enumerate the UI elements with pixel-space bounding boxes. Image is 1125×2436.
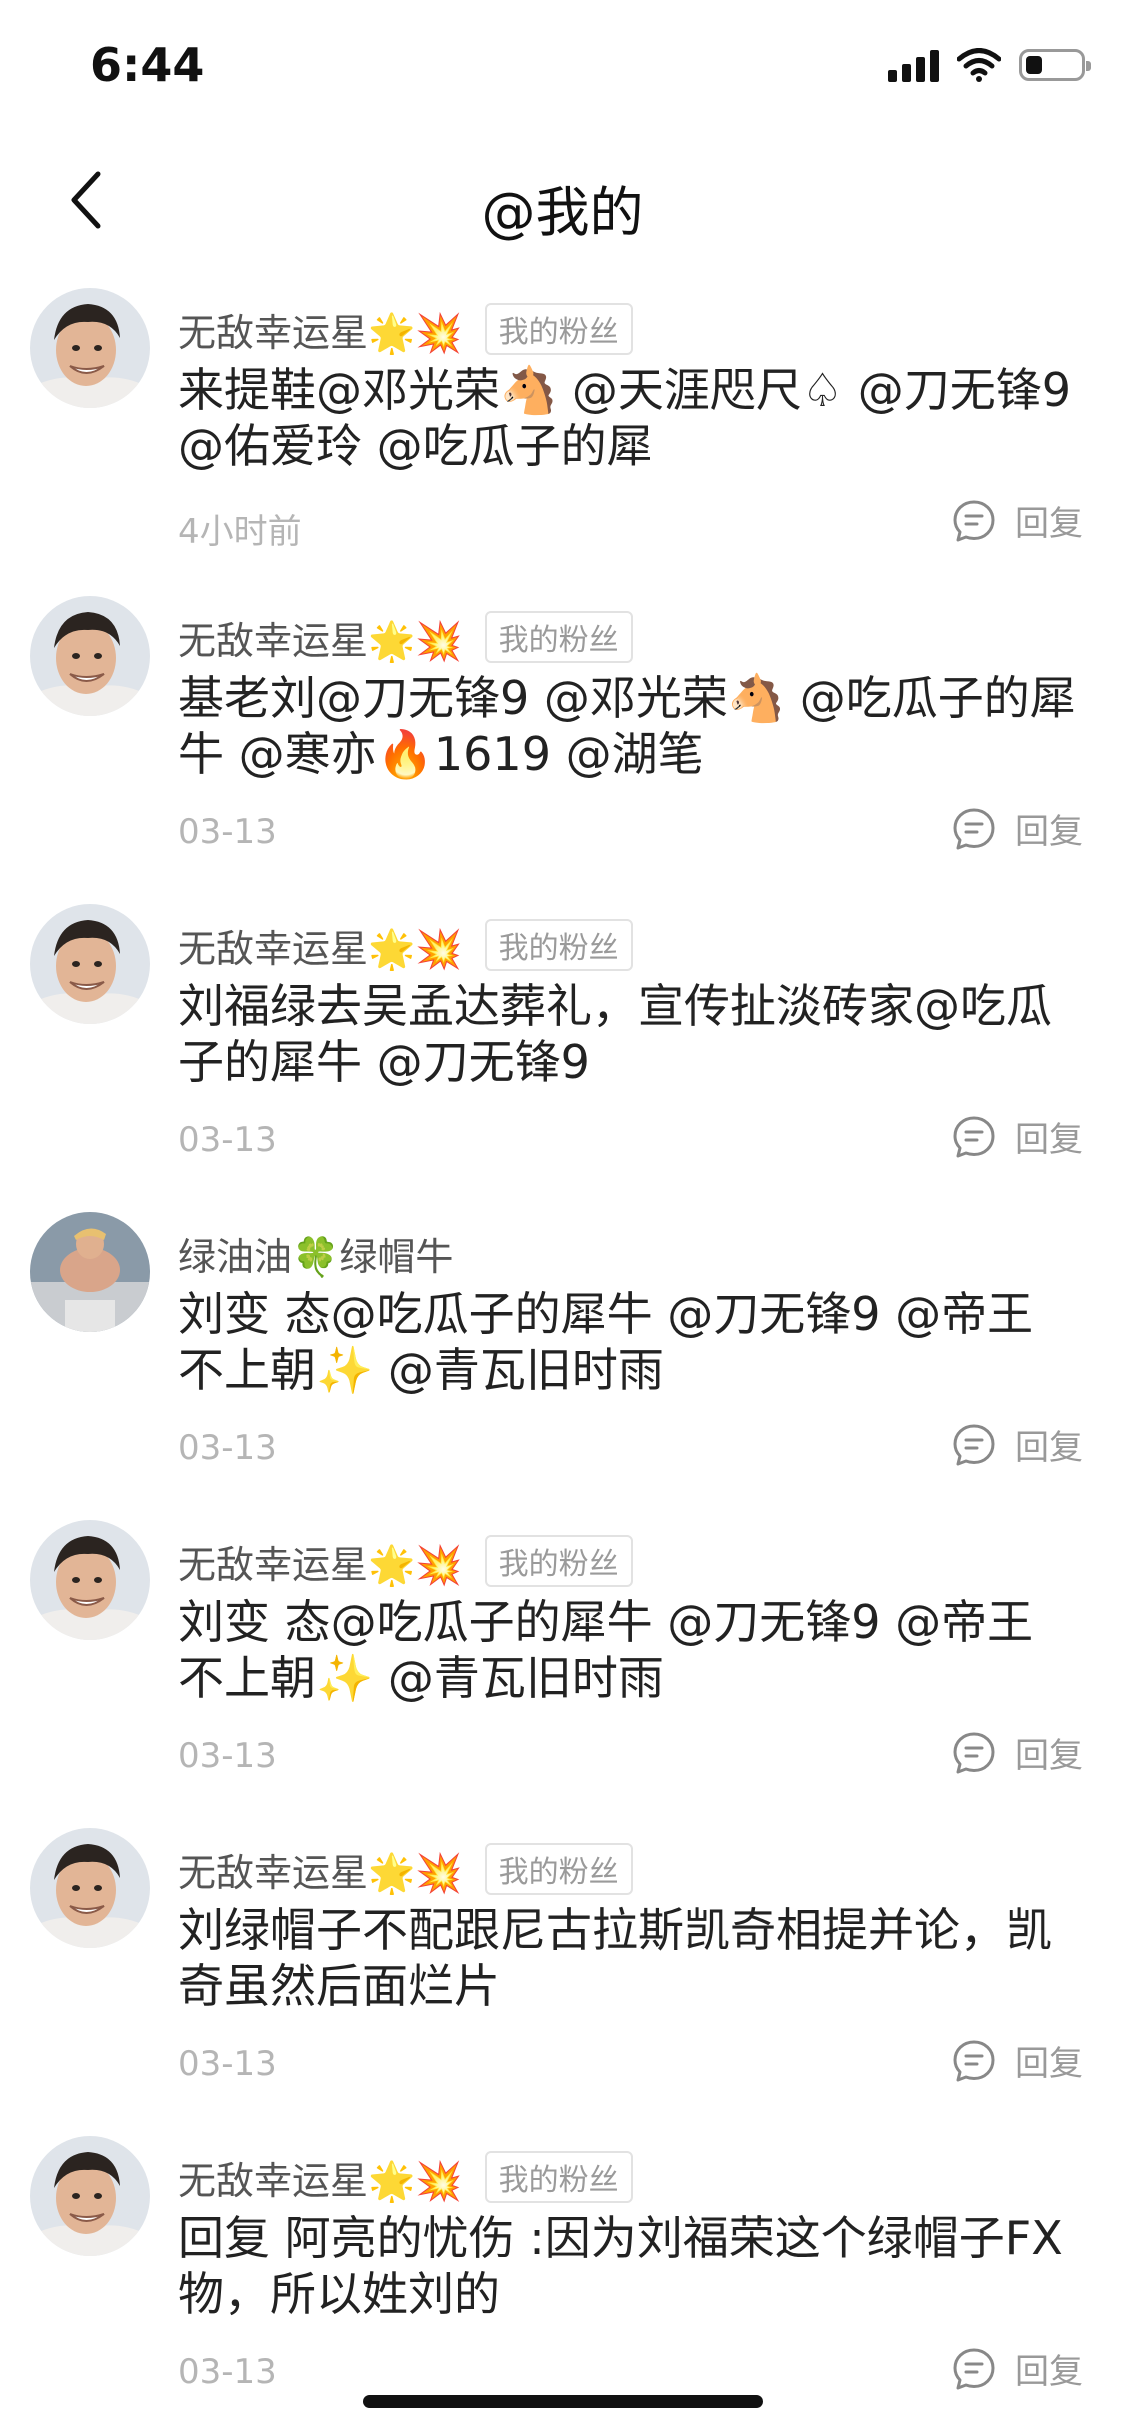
comment-icon: [953, 808, 995, 849]
username[interactable]: 无敌幸运星🌟💥: [178, 610, 463, 665]
avatar[interactable]: [30, 2136, 150, 2256]
username[interactable]: 无敌幸运星🌟💥: [178, 2150, 463, 2205]
comment-text: 刘绿帽子不配跟尼古拉斯凯奇相提并论，凯奇虽然后面烂片: [178, 1903, 1052, 2013]
username[interactable]: 无敌幸运星🌟💥: [178, 302, 463, 357]
reply-button[interactable]: 回复: [951, 1420, 1083, 1469]
avatar[interactable]: [30, 1828, 150, 1948]
comment-icon: [953, 500, 995, 541]
comment-item[interactable]: 无敌幸运星🌟💥 我的粉丝基老刘@刀无锋9 @邓光荣🐴 @吃瓜子的犀牛 @寒亦🔥16…: [0, 588, 1125, 896]
reply-label: 回复: [1015, 2352, 1083, 2392]
nav-bar: @我的: [0, 140, 1125, 260]
comment-text: 基老刘@刀无锋9 @邓光荣🐴 @吃瓜子的犀牛 @寒亦🔥1619 @湖笔: [178, 671, 1076, 781]
comment-meta: 无敌幸运星🌟💥 我的粉丝: [178, 2150, 633, 2204]
reply-label: 回复: [1015, 2044, 1083, 2084]
comment-icon: [953, 2348, 995, 2389]
comment-item[interactable]: 绿油油🍀绿帽牛刘变 态@吃瓜子的犀牛 @刀无锋9 @帝王不上朝✨ @青瓦旧时雨 0…: [0, 1204, 1125, 1512]
reply-button[interactable]: 回复: [951, 804, 1083, 853]
fan-badge: 我的粉丝: [484, 303, 633, 355]
comment-text: 刘变 态@吃瓜子的犀牛 @刀无锋9 @帝王不上朝✨ @青瓦旧时雨: [178, 1287, 1034, 1397]
comment-time: 03-13: [178, 1428, 277, 1468]
reply-label: 回复: [1015, 1428, 1083, 1468]
reply-label: 回复: [1015, 1120, 1083, 1160]
comment-text: 刘福绿去吴孟达葬礼，宣传扯淡砖家@吃瓜子的犀牛 @刀无锋9: [178, 979, 1052, 1089]
reply-button[interactable]: 回复: [951, 1112, 1083, 1161]
comment-item[interactable]: 无敌幸运星🌟💥 我的粉丝刘福绿去吴孟达葬礼，宣传扯淡砖家@吃瓜子的犀牛 @刀无锋9…: [0, 896, 1125, 1204]
comment-item[interactable]: 无敌幸运星🌟💥 我的粉丝刘绿帽子不配跟尼古拉斯凯奇相提并论，凯奇虽然后面烂片 03-…: [0, 1820, 1125, 2128]
username[interactable]: 无敌幸运星🌟💥: [178, 1534, 463, 1589]
comment-time: 03-13: [178, 2352, 277, 2392]
username[interactable]: 无敌幸运星🌟💥: [178, 918, 463, 973]
comment-time: 03-13: [178, 2044, 277, 2084]
comment-item[interactable]: 无敌幸运星🌟💥 我的粉丝回复 阿亮的忧伤 :因为刘福荣这个绿帽子FX物，所以姓刘的…: [0, 2128, 1125, 2436]
comment-meta: 无敌幸运星🌟💥 我的粉丝: [178, 1842, 633, 1896]
reply-label: 回复: [1015, 812, 1083, 852]
comment-text: 回复 阿亮的忧伤 :因为刘福荣这个绿帽子FX物，所以姓刘的: [178, 2211, 1063, 2321]
fan-badge: 我的粉丝: [484, 1535, 633, 1587]
username[interactable]: 无敌幸运星🌟💥: [178, 1842, 463, 1897]
fan-badge: 我的粉丝: [484, 611, 633, 663]
battery-fill: [1026, 56, 1042, 74]
page-title: @我的: [481, 181, 644, 244]
reply-label: 回复: [1015, 504, 1083, 544]
avatar[interactable]: [30, 904, 150, 1024]
comment-item[interactable]: 无敌幸运星🌟💥 我的粉丝来提鞋@邓光荣🐴 @天涯咫尺♤ @刀无锋9 @佑爱玲 @吃…: [0, 280, 1125, 588]
avatar[interactable]: [30, 1520, 150, 1640]
battery-icon: [1019, 49, 1091, 81]
reply-label: 回复: [1015, 1736, 1083, 1776]
fan-badge: 我的粉丝: [484, 2151, 633, 2203]
comment-icon: [953, 1732, 995, 1773]
comment-meta: 绿油油🍀绿帽牛: [178, 1226, 453, 1280]
comment-meta: 无敌幸运星🌟💥 我的粉丝: [178, 610, 633, 664]
comment-time: 03-13: [178, 812, 277, 852]
avatar[interactable]: [30, 596, 150, 716]
status-bar: 6:44: [0, 0, 1125, 130]
status-time: 6:44: [90, 38, 205, 92]
comment-time: 03-13: [178, 1120, 277, 1160]
username[interactable]: 绿油油🍀绿帽牛: [178, 1226, 453, 1281]
comment-item[interactable]: 无敌幸运星🌟💥 我的粉丝刘变 态@吃瓜子的犀牛 @刀无锋9 @帝王不上朝✨ @青瓦…: [0, 1512, 1125, 1820]
home-indicator[interactable]: [363, 2395, 763, 2408]
reply-button[interactable]: 回复: [951, 2036, 1083, 2085]
comment-text: 刘变 态@吃瓜子的犀牛 @刀无锋9 @帝王不上朝✨ @青瓦旧时雨: [178, 1595, 1034, 1705]
comment-meta: 无敌幸运星🌟💥 我的粉丝: [178, 1534, 633, 1588]
avatar[interactable]: [30, 288, 150, 408]
comment-meta: 无敌幸运星🌟💥 我的粉丝: [178, 302, 633, 356]
status-icons: [888, 48, 1091, 82]
comment-list: 无敌幸运星🌟💥 我的粉丝 来提鞋@邓光荣🐴 @天涯咫尺♤ @刀无锋9 @佑爱玲 @吃…: [0, 280, 1125, 2436]
comment-icon: [953, 2040, 995, 2081]
reply-button[interactable]: 回复: [951, 496, 1083, 545]
comment-icon: [953, 1116, 995, 1157]
fan-badge: 我的粉丝: [484, 919, 633, 971]
signal-icon: [888, 48, 939, 82]
avatar[interactable]: [30, 1212, 150, 1332]
comment-time: 4小时前: [178, 512, 302, 552]
comment-time: 03-13: [178, 1736, 277, 1776]
comment-meta: 无敌幸运星🌟💥 我的粉丝: [178, 918, 633, 972]
fan-badge: 我的粉丝: [484, 1843, 633, 1895]
comment-text: 来提鞋@邓光荣🐴 @天涯咫尺♤ @刀无锋9 @佑爱玲 @吃瓜子的犀: [178, 363, 1072, 473]
comment-icon: [953, 1424, 995, 1465]
reply-button[interactable]: 回复: [951, 1728, 1083, 1777]
reply-button[interactable]: 回复: [951, 2344, 1083, 2393]
wifi-icon: [957, 48, 1001, 82]
